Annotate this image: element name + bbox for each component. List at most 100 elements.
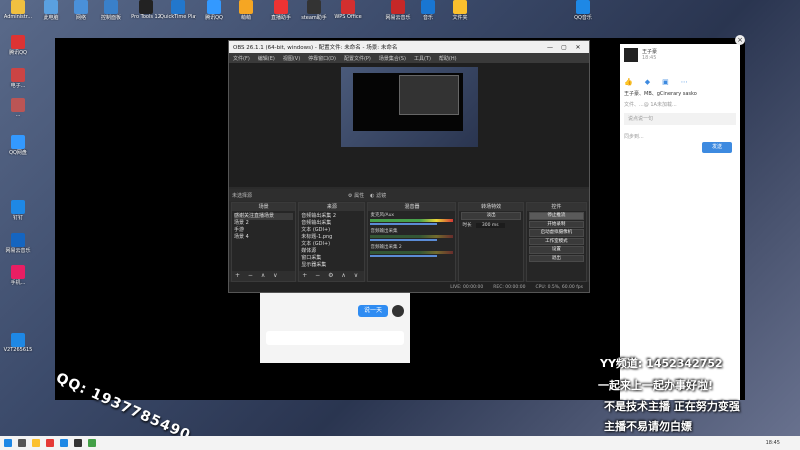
chat-name: 王子豪 — [642, 49, 658, 55]
desktop-icon[interactable]: WPS Office — [330, 0, 366, 20]
controls-dock: 控件 停止推流 开始录制 启动虚拟摄像机 工作室模式 设置 退出 — [525, 202, 587, 282]
qq-icon[interactable] — [60, 439, 68, 447]
properties-button[interactable]: ⚙ 属性 — [348, 192, 364, 199]
action-icons[interactable]: 👍◆▣⋯ — [620, 76, 740, 88]
app-icon — [239, 0, 253, 14]
transitions-dock: 转场特效 淡出 时长 300 ms — [458, 202, 524, 282]
source-item[interactable]: 媒体源 — [301, 248, 362, 255]
desktop-icon[interactable]: QQ网盘 — [0, 135, 36, 156]
exit-button[interactable]: 退出 — [528, 254, 584, 262]
menu-tools[interactable]: 工具(T) — [414, 55, 431, 62]
app-icon — [11, 98, 25, 112]
minimize-icon[interactable]: — — [543, 44, 557, 51]
protools-icon — [139, 0, 153, 14]
menu-profile[interactable]: 配置文件(P) — [344, 55, 371, 62]
stop-streaming-button[interactable]: 停止推流 — [528, 212, 584, 220]
menu-help[interactable]: 帮助(H) — [439, 55, 457, 62]
desktop-icon[interactable]: 腾讯QQ — [0, 35, 36, 56]
volume-fader[interactable] — [370, 223, 437, 225]
desktop-icon[interactable]: 电子... — [0, 68, 36, 89]
obs-menubar: 文件(F) 编辑(E) 视图(V) 停靠窗口(D) 配置文件(P) 场景集合(S… — [229, 53, 589, 63]
desktop-icon[interactable]: ... — [0, 98, 36, 118]
mixer-channel: 音频输出采集 2 — [368, 243, 455, 259]
source-item[interactable]: 文本 (GDI+) — [301, 241, 362, 248]
obs-docks: 场景 感谢关注直播场景 场景 2 手游 场景 4 + − ∧ ∨ 来源 音频输出… — [229, 202, 589, 282]
scene-item[interactable]: 场景 4 — [234, 234, 293, 241]
obs-titlebar: OBS 26.1.1 (64-bit, windows) - 配置文件: 未命名… — [229, 41, 589, 53]
app-icon[interactable] — [46, 439, 54, 447]
maximize-icon[interactable]: ▢ — [557, 44, 571, 51]
sources-dock: 来源 音频输出采集 2 音频输出采集 文本 (GDI+) 未标题-1.png 文… — [298, 202, 366, 282]
quicktime-icon — [171, 0, 185, 14]
desktop-icon[interactable]: 钉钉 — [0, 200, 36, 221]
source-item[interactable]: 显示器采集 — [301, 262, 362, 269]
desktop-icon[interactable]: 萌萌 — [228, 0, 264, 21]
overlay-line-4: 主播不易请勿白嫖 — [604, 420, 692, 433]
duration-input[interactable]: 300 ms — [475, 222, 505, 228]
chat-time: 18:45 — [642, 55, 657, 61]
desktop-icon[interactable]: V2T265615 — [0, 333, 36, 353]
user-folder-icon — [11, 0, 25, 14]
mixer-title: 混音器 — [368, 203, 456, 211]
start-recording-button[interactable]: 开始录制 — [528, 220, 584, 228]
source-item[interactable]: 未标题-1.png — [301, 234, 362, 241]
duration-row: 时长 300 ms — [459, 221, 522, 229]
scene-item[interactable]: 感谢关注直播场景 — [234, 213, 294, 220]
overlay-line-3: 不是技术主播 正在努力变强 — [604, 400, 740, 413]
desktop-icon[interactable]: steam助手 — [296, 0, 332, 21]
desktop-icon[interactable]: 音乐 — [410, 0, 446, 21]
overlay-line-2: 一起来上一起办事好啦! — [598, 379, 714, 392]
transition-select[interactable]: 淡出 — [461, 212, 521, 220]
close-icon[interactable]: ✕ — [571, 44, 585, 51]
desktop-icon[interactable]: 手机... — [0, 265, 36, 286]
menu-scene-collection[interactable]: 场景集合(S) — [379, 55, 406, 62]
message-input[interactable] — [266, 331, 404, 345]
desktop-icon[interactable]: QQ音乐 — [565, 0, 601, 21]
qq-music-icon — [576, 0, 590, 14]
send-button[interactable]: 发送 — [702, 142, 732, 153]
scene-item[interactable]: 场景 2 — [234, 220, 293, 227]
desktop-icon[interactable]: 直播助手 — [263, 0, 299, 21]
avatar — [392, 305, 404, 317]
menu-file[interactable]: 文件(F) — [233, 55, 250, 62]
folder-icon[interactable] — [32, 439, 40, 447]
qq-icon — [207, 0, 221, 14]
app-icon[interactable] — [88, 439, 96, 447]
cpu-status: CPU: 0.5%, 60.00 fps — [535, 284, 584, 290]
studio-mode-button[interactable]: 工作室模式 — [528, 237, 584, 245]
qq-icon — [11, 135, 25, 149]
steam-icon — [307, 0, 321, 14]
source-item[interactable]: 音频输出采集 — [301, 220, 362, 227]
desktop-icon[interactable]: 控制面板 — [93, 0, 129, 21]
settings-button[interactable]: 设置 — [528, 246, 584, 254]
filters-button[interactable]: ◐ 滤镜 — [370, 192, 386, 199]
desktop-icon[interactable]: Administr... — [0, 0, 36, 20]
source-item[interactable]: 音频输出采集 2 — [301, 213, 362, 220]
obs-statusbar: LIVE: 00:00:00 REC: 00:00:00 CPU: 0.5%, … — [229, 282, 589, 292]
source-item[interactable]: 窗口采集 — [301, 255, 362, 262]
menu-view[interactable]: 视图(V) — [283, 55, 300, 62]
volume-fader[interactable] — [370, 255, 437, 257]
close-icon[interactable]: × — [735, 35, 745, 45]
search-icon[interactable] — [18, 439, 26, 447]
desktop-icon[interactable]: QuickTime Player — [160, 0, 196, 20]
chat-input[interactable]: 说点说一句 — [624, 113, 736, 125]
avatar[interactable] — [624, 48, 638, 62]
chat-checkbox[interactable]: 同步到... — [620, 131, 740, 142]
menu-edit[interactable]: 编辑(E) — [258, 55, 275, 62]
volume-fader[interactable] — [370, 239, 437, 241]
scene-item[interactable]: 手游 — [234, 227, 293, 234]
desktop-icon[interactable]: 腾讯QQ — [196, 0, 232, 21]
desktop-icon[interactable]: 网易云音乐 — [0, 233, 36, 254]
sources-footer[interactable]: + − ⚙ ∧ ∨ — [299, 271, 365, 281]
source-item[interactable]: 文本 (GDI+) — [301, 227, 362, 234]
windows-start-icon[interactable] — [4, 439, 12, 447]
virtual-camera-button[interactable]: 启动虚拟摄像机 — [528, 229, 584, 237]
desktop-icon[interactable]: Pro Tools 12 — [128, 0, 164, 20]
phone-chat: 说一天 — [260, 293, 410, 363]
desktop-icon[interactable]: 文件夹 — [442, 0, 478, 21]
obs-preview[interactable] — [229, 63, 589, 187]
menu-docks[interactable]: 停靠窗口(D) — [308, 55, 336, 62]
scenes-footer[interactable]: + − ∧ ∨ — [232, 271, 296, 281]
obs-icon[interactable] — [74, 439, 82, 447]
